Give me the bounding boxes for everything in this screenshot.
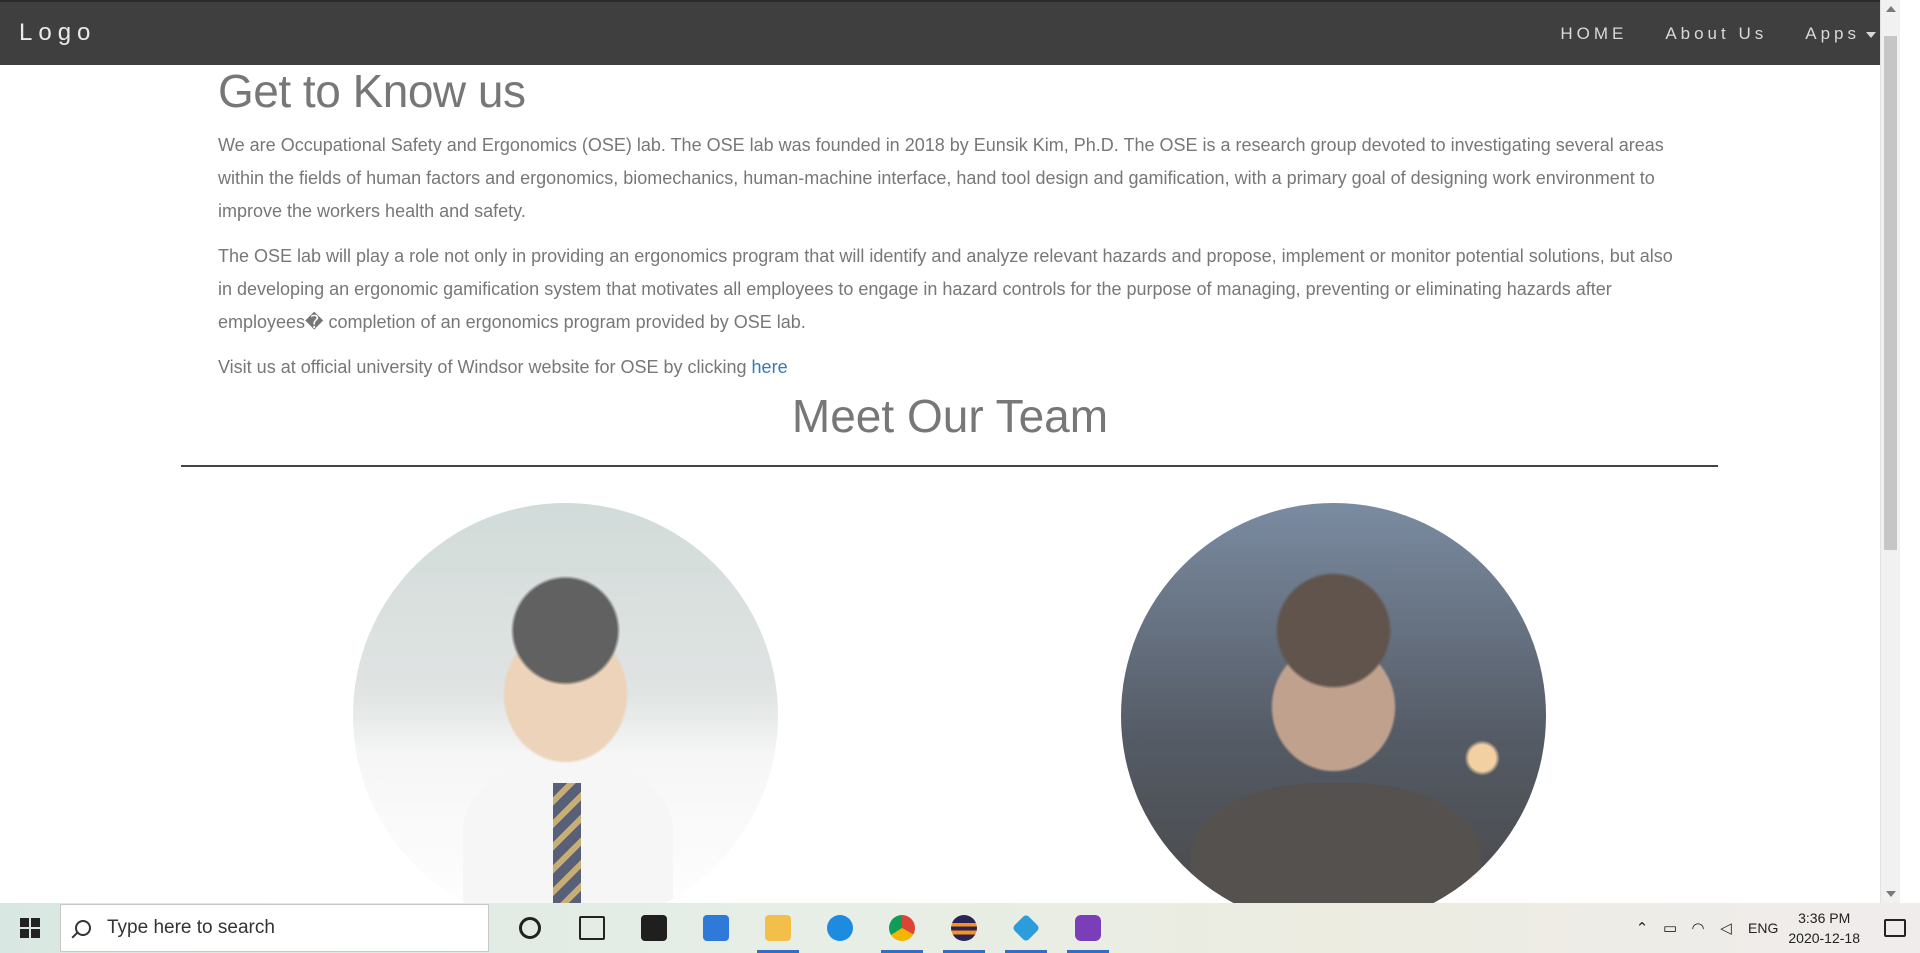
volume-icon[interactable]: ◁ [1712, 919, 1740, 937]
mail-button[interactable] [685, 903, 747, 953]
battery-icon[interactable]: ▭ [1656, 919, 1684, 937]
file-explorer-button[interactable] [747, 903, 809, 953]
chrome-button[interactable] [871, 903, 933, 953]
team-member-photo-2 [1121, 503, 1546, 903]
chevron-up-icon[interactable]: ⌃ [1628, 919, 1656, 937]
search-placeholder: Type here to search [107, 917, 275, 938]
task-view-icon [579, 916, 605, 940]
clock[interactable]: 3:36 PM 2020-12-18 [1788, 908, 1860, 948]
scroll-thumb[interactable] [1884, 36, 1897, 550]
store-button[interactable] [623, 903, 685, 953]
nav-home-link[interactable]: HOME [1560, 24, 1627, 44]
language-indicator[interactable]: ENG [1748, 920, 1778, 936]
edge-icon [827, 915, 853, 941]
task-view-button[interactable] [561, 903, 623, 953]
about-title: Get to Know us [218, 65, 526, 117]
wifi-icon[interactable]: ◠ [1684, 919, 1712, 937]
about-section: Get to Know us We are Occupational Safet… [218, 64, 1680, 384]
here-link[interactable]: here [752, 357, 788, 377]
chrome-icon [889, 915, 915, 941]
file-explorer-icon [765, 915, 791, 941]
nav-links: HOME About Us Apps [1522, 24, 1876, 44]
team-title: Meet Our Team [791, 390, 1109, 442]
about-paragraph-3: Visit us at official university of Winds… [218, 351, 1680, 384]
search-icon [75, 920, 91, 936]
clock-date: 2020-12-18 [1788, 930, 1860, 946]
visit-text: Visit us at official university of Winds… [218, 357, 752, 378]
gitkraken-button[interactable] [995, 903, 1057, 953]
page-scrollbar[interactable] [1880, 0, 1900, 903]
system-tray: ⌃ ▭ ◠ ◁ ENG 3:36 PM 2020-12-18 [1628, 903, 1920, 953]
cortana-icon [519, 917, 541, 939]
store-icon [641, 915, 667, 941]
scroll-up-icon[interactable] [1886, 6, 1896, 12]
mail-icon [703, 915, 729, 941]
scroll-down-icon[interactable] [1886, 891, 1896, 897]
github-desktop-button[interactable] [1057, 903, 1119, 953]
jacket-shape [1191, 783, 1481, 903]
pinned-apps [499, 903, 1119, 953]
caret-down-icon [1866, 32, 1876, 38]
nav-about-link[interactable]: About Us [1665, 24, 1767, 44]
windows-taskbar: Type here to search ⌃ ▭ ◠ ◁ ENG 3:36 PM … [0, 903, 1920, 953]
nav-apps-label: Apps [1805, 24, 1860, 43]
browser-viewport: Logo HOME About Us Apps Get to Know us W… [0, 0, 1900, 903]
windows-logo-icon [20, 918, 40, 938]
taskbar-search[interactable]: Type here to search [60, 904, 489, 952]
edge-button[interactable] [809, 903, 871, 953]
clock-time: 3:36 PM [1798, 910, 1851, 926]
start-button[interactable] [0, 903, 60, 953]
navbar: Logo HOME About Us Apps [0, 0, 1900, 65]
eclipse-button[interactable] [933, 903, 995, 953]
tie-shape [553, 783, 581, 903]
team-member-photo-1 [353, 503, 778, 903]
nav-apps-dropdown[interactable]: Apps [1805, 24, 1876, 44]
notifications-icon[interactable] [1884, 919, 1906, 937]
gitkraken-icon [1011, 913, 1041, 943]
cortana-button[interactable] [499, 903, 561, 953]
about-paragraph-2: The OSE lab will play a role not only in… [218, 246, 1673, 333]
site-logo[interactable]: Logo [19, 19, 96, 47]
about-paragraph-1: We are Occupational Safety and Ergonomic… [218, 135, 1664, 222]
team-divider [181, 465, 1718, 467]
eclipse-icon [951, 915, 977, 941]
github-desktop-icon [1075, 915, 1101, 941]
